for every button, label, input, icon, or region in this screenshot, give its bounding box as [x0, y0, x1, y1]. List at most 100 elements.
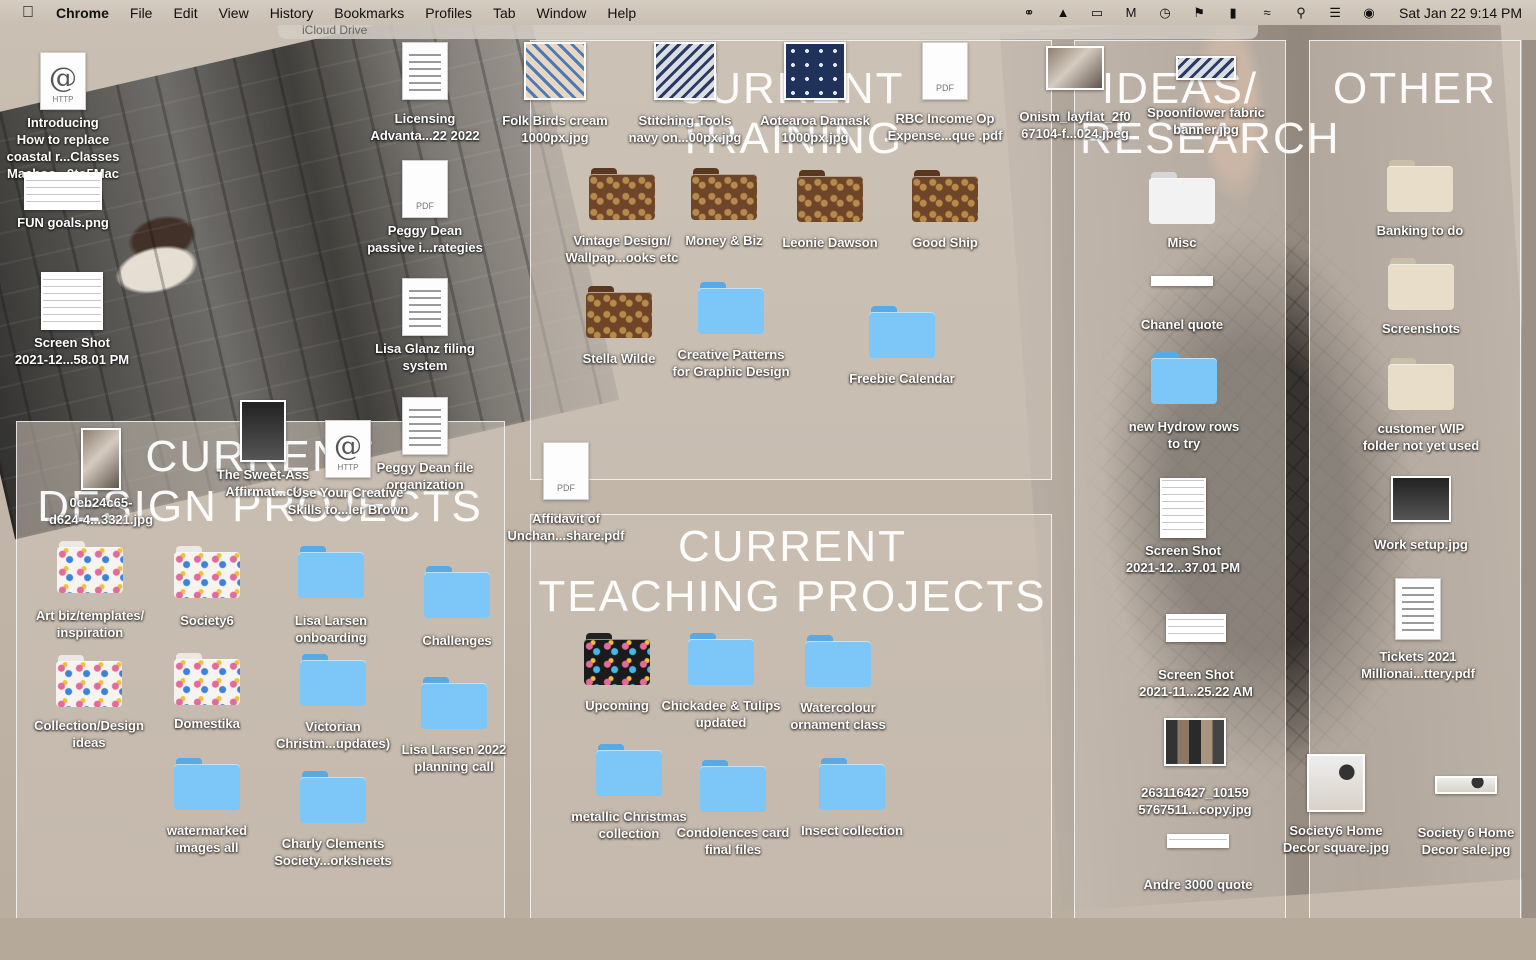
file-img-263[interactable]: 263116427_10159 5767511...copy.jpg — [1130, 718, 1260, 818]
menu-history[interactable]: History — [270, 5, 314, 21]
wifi-icon[interactable]: ≈ — [1257, 5, 1277, 21]
control-center-icon[interactable]: ☰ — [1325, 5, 1345, 21]
file-tickets[interactable]: Tickets 2021 Millionai...ttery.pdf — [1353, 578, 1483, 682]
menu-tab[interactable]: Tab — [493, 5, 516, 21]
folder-hydrow[interactable]: new Hydrow rows to try — [1119, 352, 1249, 452]
folder-society6[interactable]: Society6 — [142, 546, 272, 629]
folder-banking[interactable]: Banking to do — [1355, 160, 1485, 239]
file-work-setup[interactable]: Work setup.jpg — [1356, 476, 1486, 553]
image-thumbnail — [654, 42, 716, 100]
image-thumbnail — [1046, 46, 1104, 90]
file-introducing[interactable]: @ Introducing How to replace coastal r..… — [0, 52, 128, 182]
file-chanel[interactable]: Chanel quote — [1117, 276, 1247, 333]
file-society6-sale[interactable]: Society 6 Home Decor sale.jpg — [1401, 776, 1531, 858]
menu-help[interactable]: Help — [607, 5, 636, 21]
file-oeb24[interactable]: 0eb24c65- d624-4...3321.jpg — [36, 428, 166, 528]
folder-icon — [586, 286, 652, 338]
menu-bar:  Chrome File Edit View History Bookmark… — [0, 0, 1536, 25]
file-screenshot-58[interactable]: Screen Shot 2021-12...58.01 PM — [7, 272, 137, 368]
apple-menu-icon[interactable]:  — [22, 4, 38, 22]
folder-icon — [1149, 172, 1215, 224]
image-thumbnail — [1167, 834, 1229, 848]
folder-customer-wip[interactable]: customer WIP folder not yet used — [1356, 358, 1486, 454]
gmail-icon[interactable]: M — [1121, 5, 1141, 21]
file-society6-square[interactable]: Society6 Home Decor square.jpg — [1271, 754, 1401, 856]
flag-icon[interactable]: ⚑ — [1189, 5, 1209, 21]
battery-icon[interactable]: ▮ — [1223, 5, 1243, 21]
menu-app-chrome[interactable]: Chrome — [56, 5, 109, 21]
folder-icon — [57, 541, 123, 593]
search-icon[interactable]: ⚲ — [1291, 5, 1311, 21]
folder-icon — [805, 635, 871, 687]
folder-icon — [688, 633, 754, 685]
folder-collection[interactable]: Collection/Design ideas — [24, 655, 154, 751]
folder-icon — [819, 758, 885, 810]
drive-icon[interactable]: ▲ — [1053, 5, 1073, 21]
image-thumbnail — [1176, 56, 1236, 80]
folder-icon — [698, 282, 764, 334]
status-area: ⚭ ▲ ▭ M ◷ ⚑ ▮ ≈ ⚲ ☰ ◉ Sat Jan 22 9:14 PM — [1019, 0, 1522, 25]
menu-window[interactable]: Window — [537, 5, 587, 21]
folder-insect[interactable]: Insect collection — [787, 758, 917, 839]
section-title-other: OTHER — [1333, 64, 1497, 113]
file-use-creative[interactable]: @ Use Your Creative Skills to...ler Brow… — [283, 420, 413, 518]
folder-icon — [174, 653, 240, 705]
menu-bookmarks[interactable]: Bookmarks — [334, 5, 404, 21]
menu-profiles[interactable]: Profiles — [425, 5, 472, 21]
folder-misc[interactable]: Misc — [1117, 172, 1247, 251]
folder-challenges[interactable]: Challenges — [392, 566, 522, 649]
folder-charly[interactable]: Charly Clements Society...orksheets — [268, 771, 398, 869]
image-thumbnail — [1164, 718, 1226, 766]
webloc-icon: @ — [325, 420, 371, 478]
menu-view[interactable]: View — [219, 5, 249, 21]
folder-leonie[interactable]: Leonie Dawson — [765, 170, 895, 251]
folder-art-biz[interactable]: Art biz/templates/ inspiration — [25, 541, 155, 641]
folder-lisa-2022[interactable]: Lisa Larsen 2022 planning call — [389, 677, 519, 775]
file-andre[interactable]: Andre 3000 quote — [1133, 834, 1263, 893]
folder-victorian[interactable]: Victorian Christm...updates) — [268, 654, 398, 752]
folder-creative-patterns[interactable]: Creative Patterns for Graphic Design — [666, 282, 796, 380]
display-icon[interactable]: ▭ — [1087, 5, 1107, 21]
folder-chickadee[interactable]: Chickadee & Tulips updated — [656, 633, 786, 731]
folder-icon — [174, 758, 240, 810]
file-aotearoa[interactable]: Aotearoa Damask 1000px.jpg — [750, 42, 880, 146]
time-machine-icon[interactable]: ◷ — [1155, 5, 1175, 21]
folder-watercolour[interactable]: Watercolour ornament class — [773, 635, 903, 733]
image-thumbnail — [24, 172, 102, 210]
file-rbc[interactable]: RBC Income Op Expense...que .pdf — [880, 42, 1010, 144]
folder-icon — [912, 170, 978, 222]
folder-condolences[interactable]: Condolences card final files — [668, 760, 798, 858]
file-spoonflower[interactable]: Spoonflower fabric banner.jpg — [1141, 56, 1271, 138]
folder-good-ship[interactable]: Good Ship — [880, 170, 1010, 251]
file-screenshot-25[interactable]: Screen Shot 2021-11...25.22 AM — [1131, 614, 1261, 700]
file-lisa-filing[interactable]: Lisa Glanz filing system — [360, 278, 490, 374]
file-fun-goals[interactable]: FUN goals.png — [0, 172, 128, 231]
folder-watermarked[interactable]: watermarked images all — [142, 758, 272, 856]
bottom-strip — [0, 918, 1536, 960]
file-affidavit[interactable]: Affidavit of Unchan...share.pdf — [501, 442, 631, 544]
folder-icon — [421, 677, 487, 729]
siri-icon[interactable]: ◉ — [1359, 5, 1379, 21]
folder-freebie[interactable]: Freebie Calendar — [837, 306, 967, 387]
file-folk-birds[interactable]: Folk Birds cream 1000px.jpg — [490, 42, 620, 146]
file-onism[interactable]: Onism_layflat_2f0 67104-f...024.jpeg — [1010, 46, 1140, 142]
file-peggy-passive[interactable]: Peggy Dean passive i...rategies — [360, 160, 490, 256]
folder-icon — [589, 168, 655, 220]
folder-domestika[interactable]: Domestika — [142, 653, 272, 732]
image-thumbnail — [1391, 476, 1451, 522]
icloud-title: iCloud Drive — [302, 23, 368, 37]
folder-lisa-onboarding[interactable]: Lisa Larsen onboarding — [266, 546, 396, 646]
file-licensing[interactable]: Licensing Advanta...22 2022 — [360, 42, 490, 144]
image-thumbnail — [784, 42, 846, 100]
folder-stella[interactable]: Stella Wilde — [554, 286, 684, 367]
folder-icon — [596, 744, 662, 796]
file-screenshot-37[interactable]: Screen Shot 2021-12...37.01 PM — [1118, 478, 1248, 576]
menu-clock[interactable]: Sat Jan 22 9:14 PM — [1399, 5, 1522, 21]
creative-cloud-icon[interactable]: ⚭ — [1019, 5, 1039, 21]
folder-screenshots[interactable]: Screenshots — [1356, 258, 1486, 337]
menu-edit[interactable]: Edit — [173, 5, 197, 21]
file-stitching[interactable]: Stitching Tools navy on...00px.jpg — [620, 42, 750, 146]
folder-icon — [298, 546, 364, 598]
folder-icon — [1388, 358, 1454, 410]
menu-file[interactable]: File — [130, 5, 153, 21]
